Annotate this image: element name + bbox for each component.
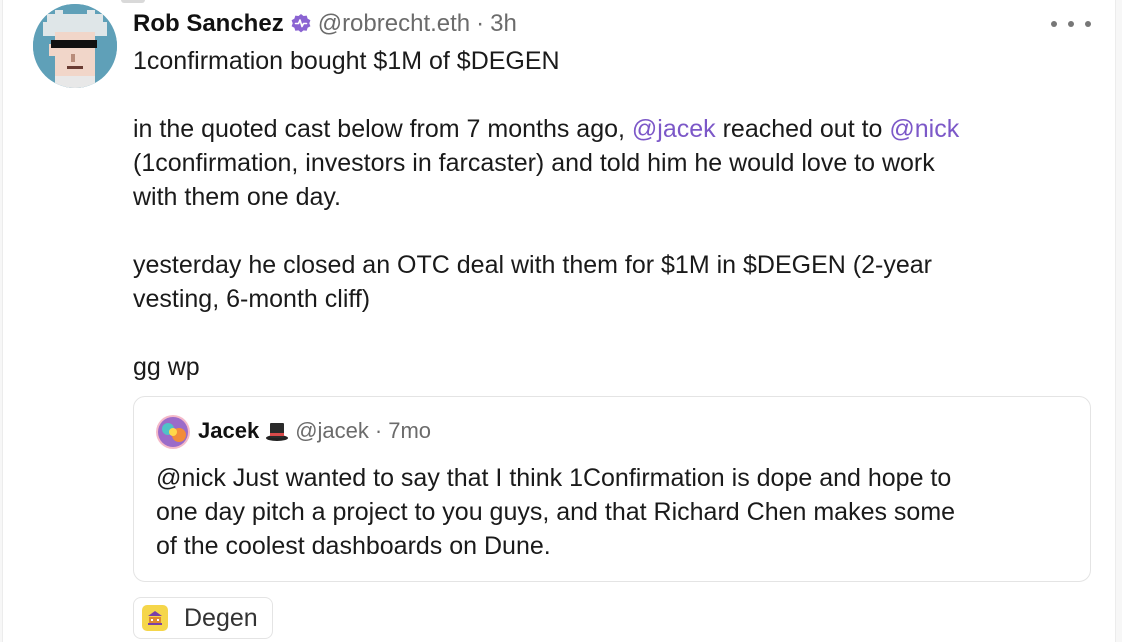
cast-card[interactable]: Rob Sanchez @robrecht.eth · 3h 1confirma… <box>2 0 1116 642</box>
cast-text: vesting, 6-month cliff) <box>133 285 371 313</box>
cast-body-blank-line <box>133 316 1073 350</box>
quote-author-name[interactable]: Jacek <box>198 418 259 444</box>
verified-badge-icon <box>290 13 312 35</box>
cast-body: 1confirmation bought $1M of $DEGEN in the… <box>133 44 1073 384</box>
quote-author-avatar[interactable] <box>156 415 190 449</box>
cast-text: (1confirmation, investors in farcaster) … <box>133 149 935 177</box>
cast-body-line: (1confirmation, investors in farcaster) … <box>133 146 1073 180</box>
cast-body-line: yesterday he closed an OTC deal with the… <box>133 248 1073 282</box>
cast-text: yesterday he closed an OTC deal with the… <box>133 251 932 279</box>
more-options-icon[interactable] <box>1051 12 1091 36</box>
author-avatar[interactable] <box>33 4 117 88</box>
quote-timestamp[interactable]: 7mo <box>388 418 431 444</box>
mention-link[interactable]: @nick <box>889 115 959 143</box>
cast-body-line: gg wp <box>133 350 1073 384</box>
cast-header: Rob Sanchez @robrecht.eth · 3h <box>133 8 517 40</box>
cast-body-blank-line <box>133 78 1073 112</box>
cast-body-line: in the quoted cast below from 7 months a… <box>133 112 1073 146</box>
channel-tag[interactable]: Degen <box>133 597 273 639</box>
top-hat-icon <box>265 420 289 442</box>
cast-body-line: with them one day. <box>133 180 1073 214</box>
mention-link[interactable]: @jacek <box>632 115 716 143</box>
cast-text: with them one day. <box>133 183 341 211</box>
cast-body-line: vesting, 6-month cliff) <box>133 282 1073 316</box>
author-handle[interactable]: @robrecht.eth <box>318 10 470 38</box>
header-separator: · <box>476 10 485 37</box>
channel-label: Degen <box>184 603 258 632</box>
cast-body-blank-line <box>133 214 1073 248</box>
thread-connector <box>121 0 145 3</box>
quote-body-line: of the coolest dashboards on Dune. <box>156 532 551 560</box>
cast-text: in the quoted cast below from 7 months a… <box>133 115 632 143</box>
cast-text: 1confirmation bought $1M of $DEGEN <box>133 47 560 75</box>
quote-body-line: one day pitch a project to you guys, and… <box>156 498 956 526</box>
degen-channel-icon <box>142 605 168 631</box>
quote-header: Jacek @jacek · 7mo <box>198 415 431 447</box>
quote-body: @nick Just wanted to say that I think 1C… <box>156 461 1076 563</box>
post-timestamp[interactable]: 3h <box>490 10 517 38</box>
cast-body-line: 1confirmation bought $1M of $DEGEN <box>133 44 1073 78</box>
cast-text: reached out to <box>715 115 890 143</box>
quote-body-line: @nick Just wanted to say that I think 1C… <box>156 464 952 492</box>
author-name[interactable]: Rob Sanchez <box>133 10 284 38</box>
cast-text: gg wp <box>133 353 200 381</box>
quoted-cast[interactable]: Jacek @jacek · 7mo @nick Just wanted to … <box>133 396 1091 582</box>
quote-author-handle[interactable]: @jacek <box>295 418 369 444</box>
quote-header-separator: · <box>374 418 383 443</box>
